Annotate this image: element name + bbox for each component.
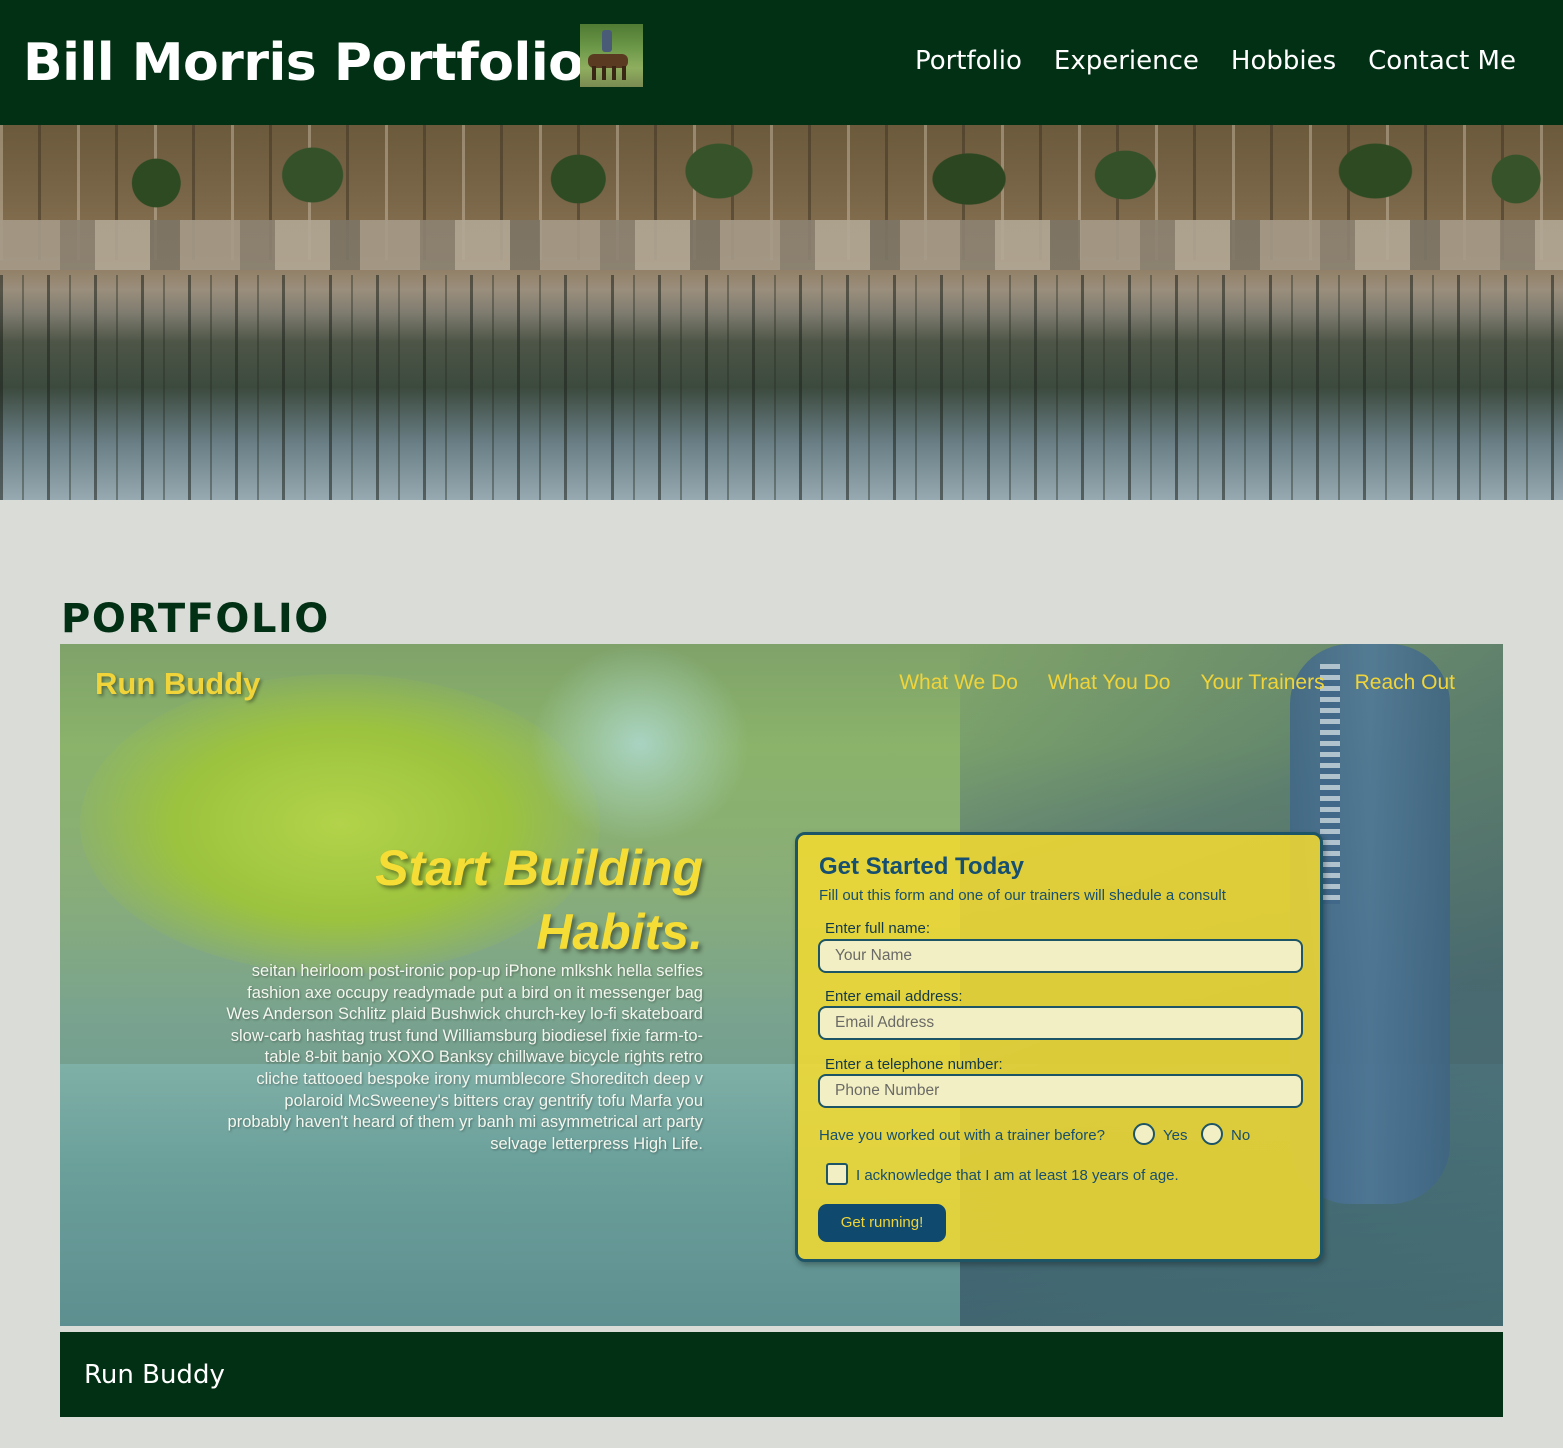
runbuddy-headline: Start Building Habits. — [375, 840, 703, 960]
runbuddy-nav-what-you-do: What You Do — [1047, 671, 1171, 694]
nav-portfolio[interactable]: Portfolio — [915, 44, 1022, 78]
project-caption[interactable]: Run Buddy — [60, 1332, 1503, 1417]
runbuddy-body-text: seitan heirloom post-ironic pop-up iPhon… — [226, 962, 703, 1153]
yes-label: Yes — [1163, 1127, 1188, 1144]
runbuddy-nav-your-trainers: Your Trainers — [1200, 671, 1325, 694]
runbuddy-form: Get Started Today Fill out this form and… — [795, 832, 1323, 1262]
runbuddy-logo: Run Buddy — [95, 666, 261, 701]
site-header: Bill Morris Portfolio Portfolio Experien… — [0, 0, 1563, 125]
profile-photo — [580, 24, 643, 87]
get-running-button: Get running! — [818, 1204, 946, 1242]
hero-image — [0, 125, 1563, 500]
yes-radio — [1133, 1123, 1155, 1145]
hero-pines — [0, 135, 1563, 215]
rider-figure — [602, 30, 612, 52]
phone-label: Enter a telephone number: — [825, 1056, 1003, 1073]
age-checkbox — [826, 1163, 848, 1185]
age-acknowledgement: I acknowledge that I am at least 18 year… — [856, 1167, 1179, 1184]
hero-shoreline — [0, 220, 1563, 270]
name-label: Enter full name: — [825, 920, 931, 937]
site-title: Bill Morris Portfolio — [23, 33, 584, 93]
no-radio — [1201, 1123, 1223, 1145]
screenshot-sleeve-stripes — [1320, 664, 1340, 904]
no-label: No — [1231, 1127, 1251, 1144]
project-screenshot[interactable]: Run Buddy What We Do What You Do Your Tr… — [60, 644, 1503, 1326]
portfolio-heading: PORTFOLIO — [61, 596, 330, 642]
main-nav: Portfolio Experience Hobbies Contact Me — [915, 44, 1516, 78]
screenshot-sky — [530, 644, 750, 844]
horse-legs — [592, 66, 626, 80]
name-input: Your Name — [818, 939, 1303, 973]
phone-input: Phone Number — [818, 1074, 1303, 1108]
form-subtitle: Fill out this form and one of our traine… — [819, 887, 1226, 904]
nav-contact-me[interactable]: Contact Me — [1368, 44, 1516, 78]
hero-water-reflection — [0, 275, 1563, 500]
project-caption-text: Run Buddy — [84, 1360, 225, 1390]
trainer-question: Have you worked out with a trainer befor… — [819, 1127, 1105, 1144]
form-title: Get Started Today — [819, 853, 1024, 880]
runbuddy-nav-reach-out: Reach Out — [1354, 671, 1455, 694]
runbuddy-nav-what-we-do: What We Do — [899, 671, 1018, 694]
email-input: Email Address — [818, 1006, 1303, 1040]
email-label: Enter email address: — [825, 988, 963, 1005]
nav-experience[interactable]: Experience — [1054, 44, 1199, 78]
runbuddy-nav: What We Do What You Do Your Trainers Rea… — [899, 671, 1455, 695]
nav-hobbies[interactable]: Hobbies — [1231, 44, 1336, 78]
